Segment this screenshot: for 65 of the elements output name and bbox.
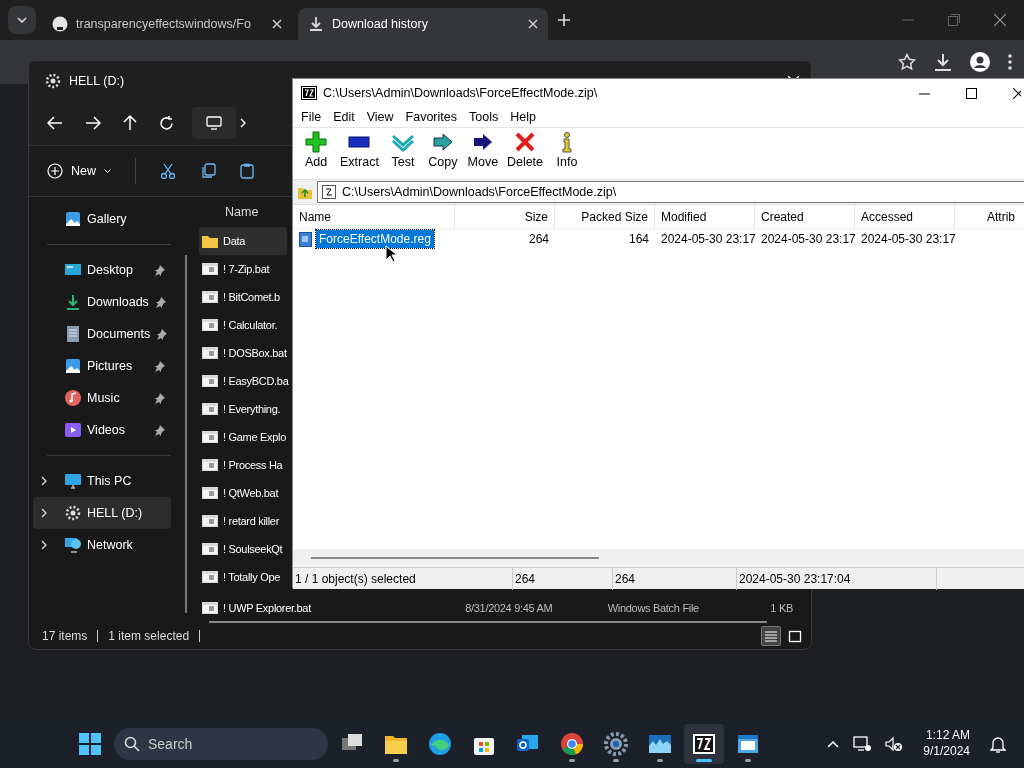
file-row[interactable]: Data [199,227,287,255]
menu-item[interactable]: Tools [463,107,505,127]
file-row[interactable]: ! DOSBox.bat [199,339,287,367]
column-header[interactable]: Packed Size [555,204,655,229]
table-cell-text: 164 [627,231,650,248]
sidebar-item[interactable]: Documents [33,318,171,350]
column-header[interactable]: Accessed [855,204,955,229]
sidebar-item[interactable]: Network [33,529,171,561]
menu-item[interactable]: Help [504,107,542,127]
file-row[interactable]: ! Totally Ope [199,563,287,591]
address-field[interactable]: C:\Users\Admin\Downloads\ForceEffectMode.zip\ [317,181,1024,203]
file-row[interactable]: ! Everything. [199,395,287,423]
column-header[interactable]: Attrib [955,204,1024,229]
sidebar-item[interactable]: This PC [33,465,171,497]
table-cell-text: 2024-05-30 23:17 [660,231,755,248]
extract-button[interactable]: Extract [337,131,382,172]
status-text: 264 [513,567,613,590]
status-text: 1 / 1 object(s) selected [293,567,513,590]
file-row[interactable]: ! EasyBCD.ba [199,367,287,395]
window-title: C:\Users\Admin\Downloads\ForceEffectMode.zip\ [323,84,599,102]
column-header[interactable]: Created [755,204,855,229]
window-title: HELL (D:) [69,72,126,90]
move-button[interactable]: Move [463,131,502,172]
file-row[interactable]: ! Process Ha [199,451,287,479]
sidebar-item[interactable]: Videos [33,414,171,446]
selection-count: 1 item selected [108,628,190,645]
sidebar-item[interactable]: Desktop [33,254,171,286]
sidebar-item[interactable]: Pictures [33,350,171,382]
sidebar-item[interactable]: Downloads [33,286,171,318]
status-text: 264 [613,567,737,590]
sidebar-item[interactable]: Gallery [33,203,171,235]
file-row[interactable]: ! QtWeb.bat [199,479,287,507]
file-name[interactable]: ForceEffectMode.reg [316,230,434,248]
browser-tab[interactable]: Download history [298,8,548,40]
file-row[interactable]: ! Game Explo [199,423,287,451]
file-row[interactable]: ! UWP Explorer.bat 8/31/2024 9:45 AM Windows Batch File 1 KB [199,597,799,619]
column-header[interactable]: Size [455,204,555,229]
file-row[interactable]: ! retard killer [199,507,287,535]
file-row[interactable]: ! 7-Zip.bat [199,255,287,283]
table-cell-text: 2024-05-30 23:17 [860,231,955,248]
item-count: 17 items [42,628,88,645]
menu-item[interactable]: File [295,107,328,127]
file-row[interactable]: ! BitComet.b [199,283,287,311]
file-row[interactable]: ! Calculator. [199,311,287,339]
table-cell-text: 264 [527,231,550,248]
copy-button[interactable]: Copy [423,131,462,172]
test-button[interactable]: Test [383,131,422,172]
add-button[interactable]: Add [297,131,335,172]
menu-item[interactable]: View [360,107,400,127]
column-header[interactable]: Modified [655,204,755,229]
delete-button[interactable]: Delete [503,131,547,172]
sidebar-item[interactable]: HELL (D:) [33,497,171,529]
table-cell-text: 2024-05-30 23:17 [760,231,855,248]
clock[interactable]: 1:12 AM 9/1/2024 [917,728,976,760]
status-text: 2024-05-30 23:17:04 [737,567,937,590]
new-button[interactable]: New [47,163,111,179]
sidebar-item[interactable]: Music [33,382,171,414]
search-box[interactable]: Search [114,728,328,760]
menu-item[interactable]: Favorites [399,107,463,127]
column-header[interactable]: Name [225,202,259,222]
info-button[interactable]: Info [548,131,587,172]
browser-tab[interactable]: transparencyeffectswindows/Fo [42,8,292,40]
menu-item[interactable]: Edit [327,107,361,127]
file-row[interactable]: ! SoulseekQt [199,535,287,563]
column-header[interactable]: Name [293,204,455,229]
